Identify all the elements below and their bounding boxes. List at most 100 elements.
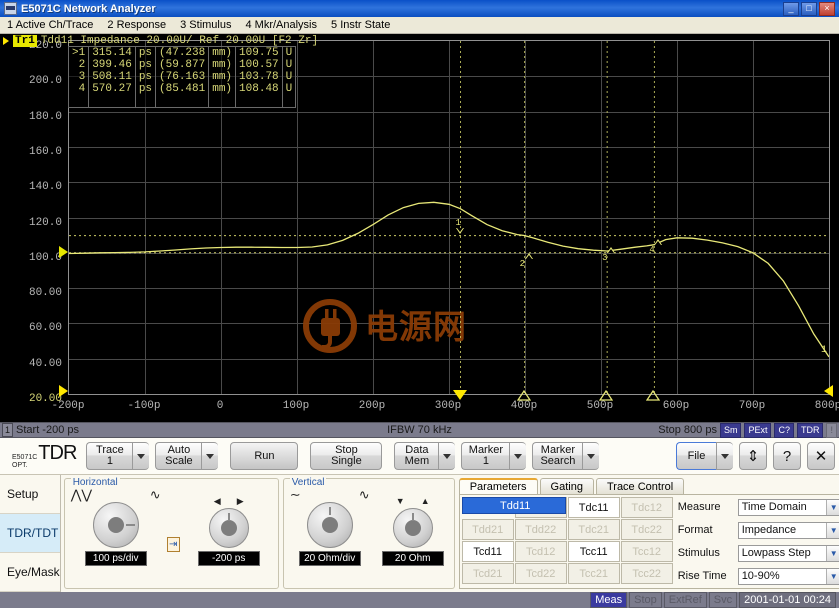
minimize-icon[interactable]: _ bbox=[783, 1, 799, 16]
param-cell-tdd11[interactable]: Tdd11 bbox=[461, 497, 566, 514]
vertical-scale-value[interactable]: 20 Ohm/div bbox=[298, 551, 361, 566]
vertical-position-knob[interactable] bbox=[392, 508, 433, 548]
horizontal-position-knob[interactable] bbox=[208, 508, 249, 548]
badge-sm[interactable]: Sm bbox=[719, 422, 742, 438]
marker-table-row[interactable]: 3 508.11 ps (76.163 mm) 103.78 U bbox=[69, 71, 295, 83]
reference-arrow-icon[interactable] bbox=[59, 245, 68, 258]
format-select[interactable]: Impedance ▼ bbox=[737, 521, 839, 539]
fine-wave-icon[interactable]: ∿ bbox=[150, 487, 161, 503]
param-cell-tdd21[interactable]: Tdd21 bbox=[461, 519, 514, 540]
badge-warning[interactable]: ! bbox=[826, 422, 837, 438]
fine-wave-icon[interactable]: ∼ bbox=[290, 487, 301, 503]
marker-search-selector[interactable]: Marker Search bbox=[532, 442, 600, 470]
down-arrow-icon[interactable]: ▼ bbox=[396, 496, 405, 506]
reference-arrow-icon[interactable] bbox=[824, 385, 833, 397]
badge-pext[interactable]: PExt bbox=[744, 422, 772, 438]
trace-dropdown-chevron-down-icon[interactable] bbox=[132, 442, 150, 470]
run-button[interactable]: Run bbox=[230, 442, 299, 470]
close-icon[interactable]: × bbox=[819, 1, 835, 16]
data-mem-dropdown-chevron-down-icon[interactable] bbox=[438, 442, 456, 470]
marker-search-dropdown-chevron-down-icon[interactable] bbox=[582, 442, 600, 470]
param-cell-tcc22[interactable]: Tcc22 bbox=[620, 563, 673, 584]
start-value[interactable]: Start -200 ps bbox=[16, 424, 79, 436]
param-cell-tdc11[interactable]: Tdc11 bbox=[567, 497, 620, 518]
menu-item-mkr-analysis[interactable]: 4 Mkr/Analysis bbox=[245, 19, 317, 31]
data-mem-selector[interactable]: Data Mem bbox=[394, 442, 456, 470]
file-button[interactable]: File bbox=[676, 442, 716, 470]
help-button[interactable]: ? bbox=[773, 442, 801, 470]
trace-badge[interactable]: Tr1 bbox=[13, 35, 37, 47]
data-mem-button[interactable]: Data Mem bbox=[394, 442, 439, 470]
menu-item-active-ch-trace[interactable]: 1 Active Ch/Trace bbox=[7, 19, 93, 31]
tab-trace-control[interactable]: Trace Control bbox=[595, 478, 685, 494]
stop-single-button[interactable]: Stop Single bbox=[310, 442, 383, 470]
status-extref[interactable]: ExtRef bbox=[663, 592, 707, 608]
vertical-position-value[interactable]: 20 Ohm bbox=[381, 551, 444, 566]
autoscale-selector[interactable]: Auto Scale bbox=[155, 442, 219, 470]
graph-area[interactable]: Tr1 Tdd11 Impedance 20.00U/ Ref 20.00U [… bbox=[0, 34, 839, 422]
param-cell-tdd22[interactable]: Tdd22 bbox=[514, 519, 567, 540]
param-cell-tdc22[interactable]: Tdc22 bbox=[620, 519, 673, 540]
file-selector[interactable]: File bbox=[676, 442, 733, 470]
stimulus-select[interactable]: Lowpass Step ▼ bbox=[737, 544, 839, 562]
axis-marker-indicator[interactable] bbox=[598, 389, 614, 404]
autoscale-button[interactable]: Auto Scale bbox=[155, 442, 202, 470]
horizontal-scale-knob[interactable] bbox=[92, 502, 139, 548]
param-cell-tdc21[interactable]: Tdc21 bbox=[567, 519, 620, 540]
menu-item-response[interactable]: 2 Response bbox=[107, 19, 166, 31]
axis-marker-indicator[interactable] bbox=[516, 389, 531, 404]
stop-value[interactable]: Stop 800 ps bbox=[658, 424, 717, 436]
coarse-wave-icon[interactable]: ∿ bbox=[359, 487, 370, 503]
axis-marker-indicator[interactable] bbox=[452, 390, 467, 400]
menu-item-stimulus[interactable]: 3 Stimulus bbox=[180, 19, 231, 31]
sidebar-item-setup[interactable]: Setup bbox=[0, 475, 60, 514]
status-meas[interactable]: Meas bbox=[590, 592, 628, 608]
sidebar-item-tdr-tdt[interactable]: TDR/TDT bbox=[0, 514, 60, 553]
marker-table-row[interactable]: 4 570.27 ps (85.481 mm) 108.48 U bbox=[69, 83, 295, 95]
right-arrow-icon[interactable]: ▶ bbox=[237, 496, 244, 507]
param-cell-tcd12[interactable]: Tcd12 bbox=[514, 541, 567, 562]
ifbw-value[interactable]: IFBW 70 kHz bbox=[387, 424, 452, 436]
close-app-button[interactable]: ✕ bbox=[807, 442, 835, 470]
horizontal-scale-value[interactable]: 100 ps/div bbox=[84, 551, 147, 566]
risetime-select[interactable]: 10-90% ▼ bbox=[737, 567, 839, 585]
param-cell-tdc12[interactable]: Tdc12 bbox=[620, 497, 673, 518]
updown-button[interactable]: ⇕ bbox=[739, 442, 767, 470]
param-cell-tcd11[interactable]: Tcd11 bbox=[461, 541, 514, 562]
badge-tdr[interactable]: TDR bbox=[796, 422, 824, 438]
status-stop[interactable]: Stop bbox=[629, 592, 662, 608]
marker-table-row[interactable]: 2 399.46 ps (59.877 mm) 100.57 U bbox=[69, 59, 295, 71]
tab-gating[interactable]: Gating bbox=[539, 478, 594, 494]
measure-select[interactable]: Time Domain ▼ bbox=[737, 498, 839, 516]
badge-c[interactable]: C? bbox=[774, 422, 794, 438]
left-arrow-icon[interactable]: ◀ bbox=[214, 496, 221, 507]
format-chevron-down-icon[interactable]: ▼ bbox=[825, 522, 839, 538]
horizontal-position-value[interactable]: -200 ps bbox=[197, 551, 260, 566]
horizontal-step-icon[interactable]: ⇥ bbox=[166, 537, 180, 552]
up-arrow-icon[interactable]: ▲ bbox=[421, 496, 430, 506]
param-cell-tcc11[interactable]: Tcc11 bbox=[567, 541, 620, 562]
measure-chevron-down-icon[interactable]: ▼ bbox=[825, 499, 839, 515]
sidebar-item-eye-mask[interactable]: Eye/Mask bbox=[0, 553, 60, 592]
risetime-chevron-down-icon[interactable]: ▼ bbox=[825, 568, 839, 584]
maximize-icon[interactable]: □ bbox=[801, 1, 817, 16]
axis-marker-indicator[interactable] bbox=[646, 389, 661, 404]
marker-button[interactable]: Marker 1 bbox=[461, 442, 510, 470]
marker-table-row[interactable]: >1 315.14 ps (47.238 mm) 109.75 U bbox=[69, 47, 295, 59]
file-dropdown-chevron-down-icon[interactable] bbox=[716, 442, 733, 470]
coarse-wave-icon[interactable]: ⋀⋁ bbox=[71, 487, 92, 503]
trace-selector[interactable]: Trace 1 bbox=[86, 442, 150, 470]
reference-arrow-icon[interactable] bbox=[59, 385, 68, 397]
marker-selector[interactable]: Marker 1 bbox=[461, 442, 527, 470]
status-svc[interactable]: Svc bbox=[708, 592, 738, 608]
param-cell-tcc21[interactable]: Tcc21 bbox=[567, 563, 620, 584]
trace-button[interactable]: Trace 1 bbox=[86, 442, 133, 470]
tab-parameters[interactable]: Parameters bbox=[458, 478, 538, 494]
vertical-scale-knob[interactable] bbox=[306, 502, 353, 548]
param-cell-tcd22[interactable]: Tcd22 bbox=[514, 563, 567, 584]
marker-search-button[interactable]: Marker Search bbox=[532, 442, 583, 470]
stimulus-chevron-down-icon[interactable]: ▼ bbox=[825, 545, 839, 561]
marker-dropdown-chevron-down-icon[interactable] bbox=[509, 442, 527, 470]
param-cell-tcc12[interactable]: Tcc12 bbox=[620, 541, 673, 562]
menu-item-instr-state[interactable]: 5 Instr State bbox=[331, 19, 390, 31]
